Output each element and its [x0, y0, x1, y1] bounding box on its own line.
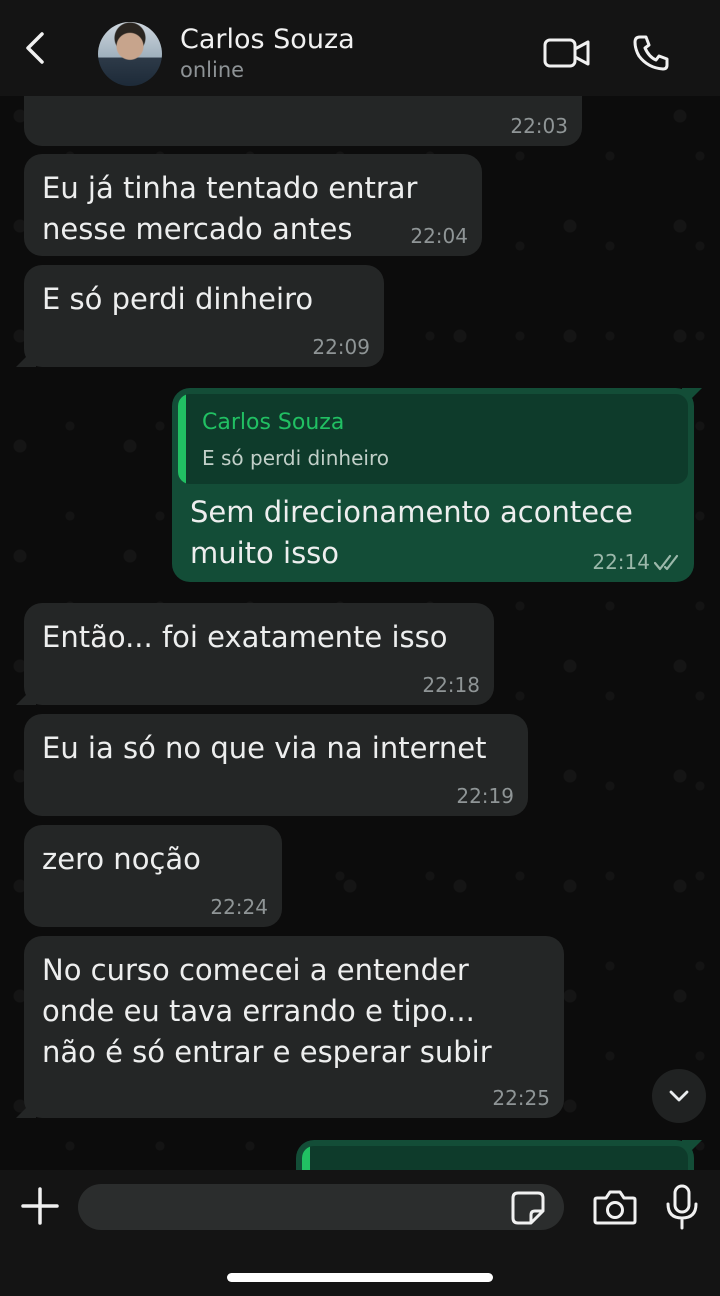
- avatar[interactable]: [98, 22, 162, 86]
- message-time: 22:04: [410, 224, 468, 248]
- message-bubble-incoming[interactable]: Então... foi exatamente isso 22:18: [16, 603, 494, 705]
- message-time: 22:14: [592, 550, 650, 574]
- contact-name[interactable]: Carlos Souza: [180, 24, 355, 55]
- message-time: 22:24: [210, 895, 268, 919]
- microphone-icon[interactable]: [664, 1184, 700, 1230]
- message-bubble-incoming[interactable]: E só perdi dinheiro 22:09: [16, 265, 384, 367]
- message-time: 22:25: [492, 1086, 550, 1110]
- reply-quote[interactable]: Carlos Souza E só perdi dinheiro: [178, 394, 688, 484]
- message-text: Eu ia só no que via na internet: [42, 731, 487, 765]
- message-text: Então... foi exatamente isso: [42, 620, 448, 654]
- message-time: 22:18: [422, 673, 480, 697]
- message-text: zero noção: [42, 842, 201, 876]
- scroll-to-bottom-button[interactable]: [652, 1069, 706, 1123]
- quote-text: E só perdi dinheiro: [202, 446, 389, 470]
- message-bubble-incoming[interactable]: Eu já tinha tentado entrar nesse mercado…: [24, 154, 482, 256]
- read-receipt-icon: [654, 554, 679, 571]
- message-time: 22:19: [456, 784, 514, 808]
- phone-call-icon[interactable]: [632, 34, 670, 72]
- video-call-icon[interactable]: [543, 36, 591, 70]
- message-input[interactable]: [78, 1184, 564, 1230]
- back-arrow-icon[interactable]: [18, 30, 54, 66]
- message-text: E só perdi dinheiro: [42, 282, 314, 316]
- contact-status: online: [180, 58, 245, 82]
- chat-header: Carlos Souza online: [0, 0, 720, 96]
- quote-bar: [178, 394, 186, 484]
- message-input-bar: [0, 1170, 720, 1296]
- sticker-icon[interactable]: [510, 1190, 546, 1226]
- chevron-down-icon: [669, 1090, 689, 1102]
- message-bubble-outgoing[interactable]: Carlos Souza E só perdi dinheiro Sem dir…: [172, 388, 702, 582]
- quote-author: Carlos Souza: [202, 410, 345, 435]
- message-bubble-incoming[interactable]: No curso comecei a entender onde eu tava…: [16, 936, 564, 1118]
- message-bubble-incoming[interactable]: zero noção 22:24: [24, 825, 282, 927]
- home-indicator: [227, 1273, 493, 1282]
- plus-icon[interactable]: [20, 1186, 60, 1226]
- message-text: Eu já tinha tentado entrar nesse mercado…: [42, 171, 418, 246]
- camera-icon[interactable]: [593, 1188, 637, 1226]
- message-text: No curso comecei a entender onde eu tava…: [42, 953, 492, 1069]
- message-time: 22:09: [312, 335, 370, 359]
- message-time: 22:03: [510, 114, 568, 138]
- message-bubble-incoming[interactable]: Eu ia só no que via na internet 22:19: [24, 714, 528, 816]
